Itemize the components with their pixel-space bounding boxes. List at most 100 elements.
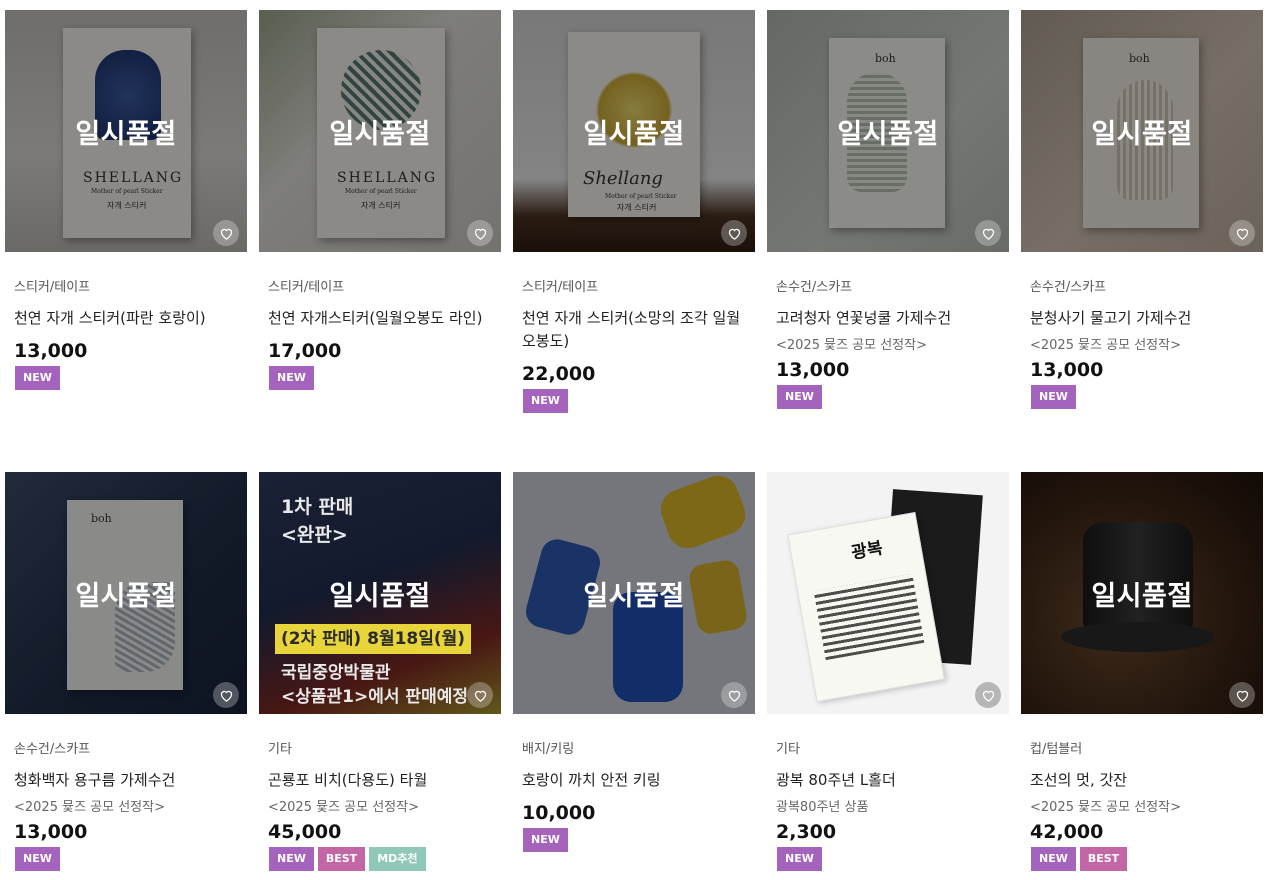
best-badge: BEST — [317, 847, 366, 871]
soldout-label: 일시품절 — [1091, 119, 1193, 150]
product-subtitle: 광복80주년 상품 — [776, 800, 869, 815]
product-price: 22,000 — [522, 363, 596, 385]
image-title-text: 광복 — [849, 538, 885, 564]
product-category: 손수건/스카프 — [14, 742, 91, 757]
product-card[interactable]: 일시품절 배지/키링 호랑이 까치 안전 키링 10,000 NEW — [513, 472, 755, 852]
wishlist-heart-icon[interactable] — [213, 682, 239, 708]
product-category: 스티커/테이프 — [14, 280, 91, 295]
product-thumbnail[interactable]: boh 일시품절 — [5, 472, 247, 714]
product-name[interactable]: 천연 자개 스티커(소망의 조각 일월오봉도) — [522, 307, 747, 353]
product-name[interactable]: 천연 자개스티커(일월오봉도 라인) — [268, 307, 493, 330]
badge-list: NEW — [523, 828, 755, 852]
new-badge: NEW — [777, 847, 822, 871]
product-price: 45,000 — [268, 821, 342, 843]
badge-list: NEW — [523, 389, 755, 413]
soldout-label: 일시품절 — [75, 581, 177, 612]
product-thumbnail[interactable]: Shellang Mother of pearl Sticker 자개 스티커 … — [513, 10, 755, 252]
soldout-label: 일시품절 — [329, 581, 431, 612]
product-card[interactable]: boh 일시품절 손수건/스카프 청화백자 용구름 가제수건 <2025 뮻즈 … — [5, 472, 247, 871]
badge-list: NEW — [269, 366, 501, 390]
product-thumbnail[interactable]: 광복 — [767, 472, 1009, 714]
product-category: 스티커/테이프 — [268, 280, 345, 295]
wishlist-heart-icon[interactable] — [975, 220, 1001, 246]
product-name[interactable]: 광복 80주년 L홀더 — [776, 769, 1001, 792]
product-price: 13,000 — [776, 359, 850, 381]
wishlist-heart-icon[interactable] — [213, 220, 239, 246]
product-card[interactable]: 광복 기타 광복 80주년 L홀더 광복80주년 상품 2,300 NEW — [767, 472, 1009, 871]
product-thumbnail[interactable]: SHELLANG Mother of pearl Sticker 자개 스티커 … — [259, 10, 501, 252]
product-subtitle: <2025 뮻즈 공모 선정작> — [268, 800, 419, 815]
product-card[interactable]: Shellang Mother of pearl Sticker 자개 스티커 … — [513, 10, 755, 413]
product-category: 손수건/스카프 — [776, 280, 853, 295]
wishlist-heart-icon[interactable] — [1229, 682, 1255, 708]
soldout-label: 일시품절 — [583, 581, 685, 612]
product-subtitle: <2025 뮻즈 공모 선정작> — [14, 800, 165, 815]
wishlist-heart-icon[interactable] — [467, 220, 493, 246]
product-price: 13,000 — [1030, 359, 1104, 381]
new-badge: NEW — [15, 847, 60, 871]
wishlist-heart-icon[interactable] — [975, 682, 1001, 708]
new-badge: NEW — [269, 366, 314, 390]
badge-list: NEW — [15, 847, 247, 871]
product-name[interactable]: 분청사기 물고기 가제수건 — [1030, 307, 1255, 330]
product-thumbnail[interactable]: 일시품절 — [1021, 472, 1263, 714]
badge-list: NEW BEST — [1031, 847, 1263, 871]
product-name[interactable]: 곤룡포 비치(다용도) 타월 — [268, 769, 493, 792]
product-price: 2,300 — [776, 821, 837, 843]
soldout-label: 일시품절 — [75, 119, 177, 150]
product-price: 13,000 — [14, 821, 88, 843]
promo-second-sale-text: (2차 판매) 8월18일(월) — [275, 624, 472, 654]
product-price: 17,000 — [268, 340, 342, 362]
product-thumbnail[interactable]: SHELLANG Mother of pearl Sticker 자개 스티커 … — [5, 10, 247, 252]
new-badge: NEW — [1031, 847, 1076, 871]
product-price: 42,000 — [1030, 821, 1104, 843]
new-badge: NEW — [269, 847, 314, 871]
product-subtitle: <2025 뮻즈 공모 선정작> — [1030, 800, 1181, 815]
product-name[interactable]: 조선의 멋, 갓잔 — [1030, 769, 1255, 792]
product-thumbnail[interactable]: boh 일시품절 — [1021, 10, 1263, 252]
new-badge: NEW — [1031, 385, 1076, 409]
product-thumbnail[interactable]: 1차 판매 <완판> (2차 판매) 8월18일(월) 국립중앙박물관 <상품관… — [259, 472, 501, 714]
product-category: 손수건/스카프 — [1030, 280, 1107, 295]
badge-list: NEW — [15, 366, 247, 390]
promo-first-sale-text: 1차 판매 — [281, 496, 354, 518]
new-badge: NEW — [523, 828, 568, 852]
product-card[interactable]: boh 일시품절 손수건/스카프 고려청자 연꽃넝쿨 가제수건 <2025 뮻즈… — [767, 10, 1009, 409]
product-thumbnail[interactable]: boh 일시품절 — [767, 10, 1009, 252]
product-name[interactable]: 천연 자개 스티커(파란 호랑이) — [14, 307, 239, 330]
product-subtitle: <2025 뮻즈 공모 선정작> — [1030, 338, 1181, 353]
md-pick-badge: MD추천 — [369, 847, 426, 871]
soldout-label: 일시품절 — [1091, 581, 1193, 612]
wishlist-heart-icon[interactable] — [721, 682, 747, 708]
product-thumbnail[interactable]: 일시품절 — [513, 472, 755, 714]
product-category: 기타 — [776, 742, 800, 757]
badge-list: NEW — [777, 385, 1009, 409]
soldout-label: 일시품절 — [837, 119, 939, 150]
product-card[interactable]: SHELLANG Mother of pearl Sticker 자개 스티커 … — [259, 10, 501, 390]
product-card[interactable]: SHELLANG Mother of pearl Sticker 자개 스티커 … — [5, 10, 247, 390]
product-card[interactable]: 1차 판매 <완판> (2차 판매) 8월18일(월) 국립중앙박물관 <상품관… — [259, 472, 501, 871]
best-badge: BEST — [1079, 847, 1128, 871]
product-category: 스티커/테이프 — [522, 280, 599, 295]
badge-list: NEW — [777, 847, 1009, 871]
badge-list: NEW BEST MD추천 — [269, 847, 501, 871]
product-name[interactable]: 고려청자 연꽃넝쿨 가제수건 — [776, 307, 1001, 330]
product-name[interactable]: 청화백자 용구름 가제수건 — [14, 769, 239, 792]
soldout-label: 일시품절 — [583, 119, 685, 150]
promo-location-text: <상품관1>에서 판매예정 — [281, 687, 468, 707]
new-badge: NEW — [523, 389, 568, 413]
wishlist-heart-icon[interactable] — [467, 682, 493, 708]
product-card[interactable]: 일시품절 컵/텀블러 조선의 멋, 갓잔 <2025 뮻즈 공모 선정작> 42… — [1021, 472, 1263, 871]
promo-soldout-text: <완판> — [281, 524, 348, 546]
promo-museum-text: 국립중앙박물관 — [281, 663, 391, 683]
product-name[interactable]: 호랑이 까치 안전 키링 — [522, 769, 747, 792]
new-badge: NEW — [15, 366, 60, 390]
product-category: 기타 — [268, 742, 292, 757]
product-price: 10,000 — [522, 802, 596, 824]
product-price: 13,000 — [14, 340, 88, 362]
wishlist-heart-icon[interactable] — [1229, 220, 1255, 246]
badge-list: NEW — [1031, 385, 1263, 409]
wishlist-heart-icon[interactable] — [721, 220, 747, 246]
soldout-label: 일시품절 — [329, 119, 431, 150]
product-card[interactable]: boh 일시품절 손수건/스카프 분청사기 물고기 가제수건 <2025 뮻즈 … — [1021, 10, 1263, 409]
